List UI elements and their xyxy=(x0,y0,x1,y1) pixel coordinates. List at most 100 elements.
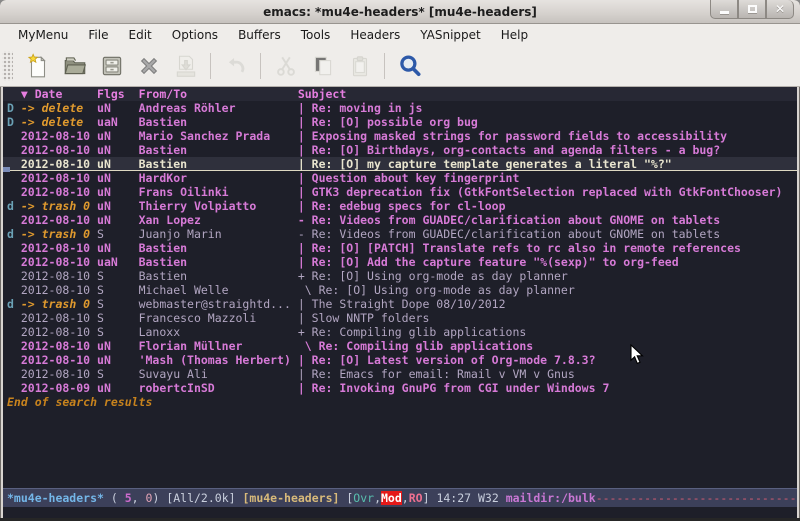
save-as-button xyxy=(167,49,204,83)
date-field: 2012-08-10 xyxy=(21,367,97,381)
save-buffer-button[interactable] xyxy=(93,49,130,83)
date-field: 2012-08-10 xyxy=(21,171,97,185)
menubar: MyMenuFileEditOptionsBuffersToolsHeaders… xyxy=(0,24,800,46)
toolbar-drag-handle[interactable] xyxy=(2,51,13,81)
window-controls: ✕ xyxy=(710,0,794,19)
date-field: ▼ Date xyxy=(21,87,97,101)
mark-char: d xyxy=(7,227,21,241)
mark-char: d xyxy=(7,199,21,213)
row-text: S Juanjo Marin - Re: Videos from GUADEC/… xyxy=(97,227,720,241)
modeline-segment-plain: ( xyxy=(104,491,125,505)
row-text: uaN Bastien | Re: [O] Add the capture fe… xyxy=(97,255,679,269)
minimize-icon xyxy=(720,11,729,14)
titlebar: emacs: *mu4e-headers* [mu4e-headers] ✕ xyxy=(0,0,800,24)
paste-icon xyxy=(347,53,373,79)
menu-item-buffers[interactable]: Buffers xyxy=(228,25,291,45)
mark-char xyxy=(7,325,21,339)
modeline-segment-plain: [All/2.0k] xyxy=(166,491,242,505)
message-row[interactable]: 2012-08-10 uN Bastien | Re: [O] [PATCH] … xyxy=(3,241,797,255)
close-buffer-button[interactable] xyxy=(130,49,167,83)
toolbar-separator xyxy=(384,53,385,79)
message-row[interactable]: 2012-08-10 S Bastien + Re: [O] Using org… xyxy=(3,269,797,283)
message-row[interactable]: 2012-08-10 S Lanoxx + Re: Compiling glib… xyxy=(3,325,797,339)
row-text: S Francesco Mazzoli | Slow NNTP folders xyxy=(97,311,429,325)
message-row[interactable]: 2012-08-10 uN Florian Müllner \ Re: Comp… xyxy=(3,339,797,353)
toolbar xyxy=(0,46,800,87)
paste-button xyxy=(341,49,378,83)
row-text: S webmaster@straightd... | The Straight … xyxy=(97,297,506,311)
buffer-frame: ▼ Date Flgs From/To SubjectD -> delete u… xyxy=(3,87,797,518)
menu-item-options[interactable]: Options xyxy=(162,25,228,45)
mark-char: d xyxy=(7,297,21,311)
date-field: 2012-08-10 xyxy=(21,311,97,325)
message-row[interactable]: 2012-08-10 uN Frans Oilinki | GTK3 depre… xyxy=(3,185,797,199)
row-text: uN Andreas Röhler | Re: moving in js xyxy=(97,101,422,115)
message-row[interactable]: 2012-08-10 uN Xan Lopez - Re: Videos fro… xyxy=(3,213,797,227)
message-row[interactable]: d -> trash 0 S webmaster@straightd... | … xyxy=(3,297,797,311)
undo-icon xyxy=(223,53,249,79)
headers-buffer: ▼ Date Flgs From/To SubjectD -> delete u… xyxy=(3,87,797,488)
message-row[interactable]: 2012-08-10 uaN Bastien | Re: [O] Add the… xyxy=(3,255,797,269)
date-field: 2012-08-10 xyxy=(21,283,97,297)
new-file-icon xyxy=(25,53,51,79)
toolbar-separator xyxy=(210,53,211,79)
echo-area[interactable] xyxy=(3,507,797,518)
menu-item-yasnippet[interactable]: YASnippet xyxy=(410,25,491,45)
menu-item-help[interactable]: Help xyxy=(491,25,538,45)
message-row[interactable]: D -> delete uN Andreas Röhler | Re: movi… xyxy=(3,101,797,115)
date-field: 2012-08-09 xyxy=(21,381,97,395)
mark-char xyxy=(7,269,21,283)
mark-action: -> trash 0 xyxy=(21,297,97,311)
menu-item-tools[interactable]: Tools xyxy=(291,25,341,45)
mark-char xyxy=(7,185,21,199)
undo-button xyxy=(217,49,254,83)
message-row[interactable]: 2012-08-10 uN 'Mash (Thomas Herbert) | R… xyxy=(3,353,797,367)
modeline-segment-maildir: maildir:/bulk xyxy=(506,491,596,505)
modeline: *mu4e-headers* ( 5, 0) [All/2.0k] [mu4e-… xyxy=(3,488,797,507)
save-as-icon xyxy=(173,53,199,79)
row-text: S Michael Welle \ Re: [O] Using org-mode… xyxy=(97,283,575,297)
message-row[interactable]: 2012-08-09 uN robertcInSD | Re: Invoking… xyxy=(3,381,797,395)
mark-char xyxy=(7,311,21,325)
message-row[interactable]: 2012-08-10 uN Mario Sanchez Prada | Expo… xyxy=(3,129,797,143)
message-row[interactable]: 2012-08-10 uN Bastien | Re: [O] my captu… xyxy=(3,157,797,171)
row-text: Flgs From/To Subject xyxy=(97,87,346,101)
open-file-button[interactable] xyxy=(56,49,93,83)
copy-button xyxy=(304,49,341,83)
mark-action: -> delete xyxy=(21,115,97,129)
mark-char xyxy=(7,129,21,143)
modeline-segment-bufname: *mu4e-headers* xyxy=(7,491,104,505)
mark-char xyxy=(7,255,21,269)
mark-char xyxy=(7,171,21,185)
copy-icon xyxy=(310,53,336,79)
menu-item-edit[interactable]: Edit xyxy=(119,25,162,45)
message-row[interactable]: 2012-08-10 S Michael Welle \ Re: [O] Usi… xyxy=(3,283,797,297)
mark-char: D xyxy=(7,115,21,129)
cut-button xyxy=(267,49,304,83)
modeline-segment-plain: ] xyxy=(423,491,437,505)
message-row[interactable]: 2012-08-10 S Suvayu Ali | Re: Emacs for … xyxy=(3,367,797,381)
modeline-segment-mode: [mu4e-headers] xyxy=(242,491,346,505)
menu-item-headers[interactable]: Headers xyxy=(340,25,410,45)
message-row[interactable]: 2012-08-10 uN Bastien | Re: [O] Birthday… xyxy=(3,143,797,157)
maximize-button[interactable] xyxy=(738,0,766,19)
minimize-button[interactable] xyxy=(710,0,738,19)
message-row[interactable]: D -> delete uaN Bastien | Re: [O] possib… xyxy=(3,115,797,129)
menu-item-file[interactable]: File xyxy=(78,25,118,45)
message-row[interactable]: d -> trash 0 uN Thierry Volpiatto | Re: … xyxy=(3,199,797,213)
mark-char xyxy=(7,381,21,395)
message-row[interactable]: 2012-08-10 uN HardKor | Question about k… xyxy=(3,171,797,185)
cut-icon xyxy=(273,53,299,79)
search-button[interactable] xyxy=(391,49,428,83)
new-file-button[interactable] xyxy=(19,49,56,83)
date-field: 2012-08-10 xyxy=(21,353,97,367)
close-button[interactable]: ✕ xyxy=(766,0,794,19)
modeline-segment-plain: , xyxy=(132,491,146,505)
date-field: 2012-08-10 xyxy=(21,143,97,157)
message-row[interactable]: 2012-08-10 S Francesco Mazzoli | Slow NN… xyxy=(3,311,797,325)
mark-char xyxy=(7,213,21,227)
modeline-segment-mod: Mod xyxy=(381,491,402,505)
message-row[interactable]: d -> trash 0 S Juanjo Marin - Re: Videos… xyxy=(3,227,797,241)
column-header-row[interactable]: ▼ Date Flgs From/To Subject xyxy=(3,87,797,101)
menu-item-mymenu[interactable]: MyMenu xyxy=(8,25,78,45)
